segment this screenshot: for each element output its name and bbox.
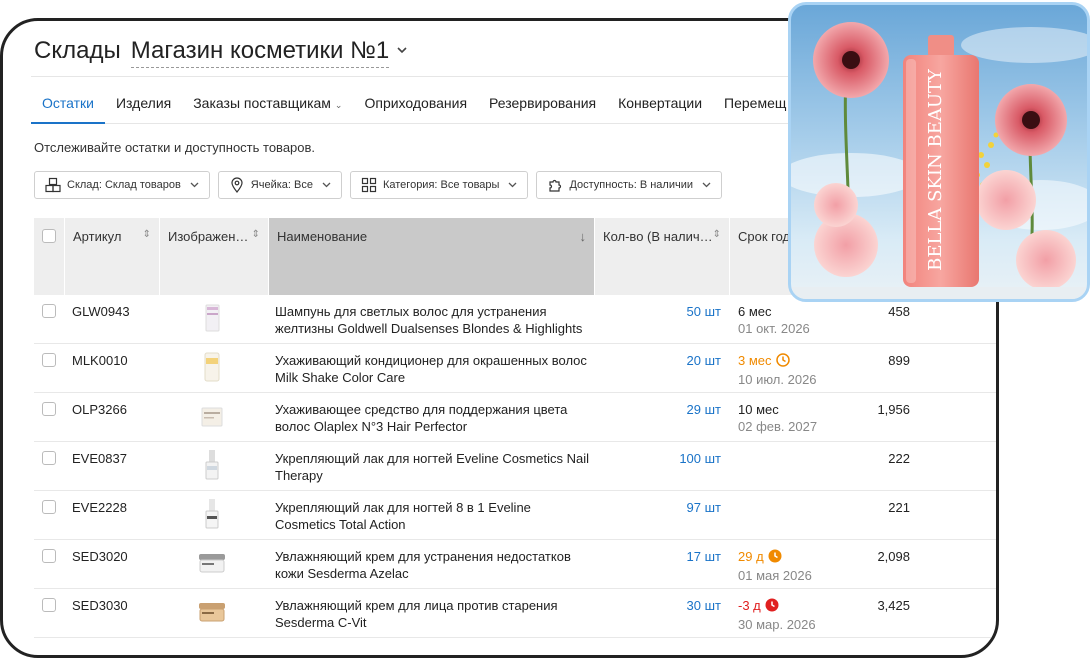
sku: EVE0837: [72, 451, 127, 466]
sort-icon[interactable]: ⇕: [713, 229, 721, 240]
tab-conversions[interactable]: Конвертации: [607, 81, 713, 123]
product-photo: BELLA SKIN BEAUTY: [788, 2, 1090, 302]
bottle-label: BELLA SKIN BEAUTY: [925, 68, 946, 271]
qty-link[interactable]: 29 шт: [594, 401, 721, 418]
sku: MLK0010: [72, 353, 128, 368]
chevron-down-icon: [702, 180, 711, 190]
filter-availability[interactable]: Доступность: В наличии: [536, 171, 722, 199]
tab-products[interactable]: Изделия: [105, 81, 182, 123]
sku: OLP3266: [72, 402, 127, 417]
shelf-life: 6 мес 01 окт. 2026: [738, 304, 810, 336]
sku: GLW0943: [72, 304, 130, 319]
puzzle-icon: [547, 177, 563, 193]
product-name: Увлажняющий крем для лица против старени…: [275, 598, 558, 630]
shelf-life: -3 д 30 мар. 2026: [738, 598, 816, 632]
qty-link[interactable]: 20 шт: [594, 352, 721, 369]
page-subtitle: Отслеживайте остатки и доступность товар…: [34, 140, 316, 155]
filter-category[interactable]: Категория: Все товары: [349, 171, 529, 199]
qty-link[interactable]: 100 шт: [594, 450, 721, 467]
qty-link[interactable]: 30 шт: [594, 597, 721, 614]
chevron-down-icon: [190, 180, 199, 190]
product-name: Увлажняющий крем для устранения недостат…: [275, 549, 571, 581]
page-title: Склады: [34, 37, 121, 64]
product-thumbnail: [197, 350, 227, 384]
table-row[interactable]: OLP3266 Ухаживающее средство для поддерж…: [34, 393, 996, 442]
row-checkbox[interactable]: [42, 353, 56, 367]
price: 1,956: [877, 402, 910, 417]
chevron-down-icon: [508, 180, 517, 190]
product-thumbnail: [197, 595, 227, 629]
price: 221: [888, 500, 910, 515]
price: 458: [888, 304, 910, 319]
qty-link[interactable]: 97 шт: [594, 499, 721, 516]
product-thumbnail: [197, 301, 227, 335]
tab-reservations[interactable]: Резервирования: [478, 81, 607, 123]
table-row[interactable]: SED3020 Увлажняющий крем для устранения …: [34, 540, 996, 589]
product-name: Шампунь для светлых волос для устранения…: [275, 304, 583, 336]
sort-icon[interactable]: ⇕: [252, 229, 260, 240]
chevron-down-icon: [322, 180, 331, 190]
qty-link[interactable]: 17 шт: [594, 548, 721, 565]
table-row[interactable]: SED3030 Увлажняющий крем для лица против…: [34, 589, 996, 638]
arrow-down-icon[interactable]: ↓: [580, 229, 587, 244]
select-all-checkbox[interactable]: [42, 229, 56, 243]
clock-warning-icon: [768, 549, 782, 567]
store-selector[interactable]: Магазин косметики №1: [130, 37, 390, 68]
row-checkbox[interactable]: [42, 598, 56, 612]
filter-warehouse[interactable]: Склад: Склад товаров: [34, 171, 210, 199]
column-qty[interactable]: Кол-во (В налич… ⇕: [594, 218, 729, 295]
table-row[interactable]: EVE2228 Укрепляющий лак для ногтей 8 в 1…: [34, 491, 996, 540]
row-checkbox[interactable]: [42, 451, 56, 465]
sku: SED3030: [72, 598, 128, 613]
filter-bar: Склад: Склад товаров Ячейка: Все Категор…: [34, 171, 722, 199]
shelf-life: 10 мес 02 фев. 2027: [738, 402, 818, 434]
product-thumbnail: [197, 546, 227, 580]
price: 899: [888, 353, 910, 368]
sku: SED3020: [72, 549, 128, 564]
tab-transfers[interactable]: Перемещ: [713, 81, 797, 123]
product-thumbnail: [197, 497, 227, 531]
column-image[interactable]: Изображен… ⇕: [159, 218, 268, 295]
clock-expired-icon: [765, 598, 779, 616]
product-thumbnail: [197, 399, 227, 433]
table-row[interactable]: GLW0943 Шампунь для светлых волос для ус…: [34, 295, 996, 344]
column-sku[interactable]: Артикул ⇕: [64, 218, 159, 295]
product-name: Ухаживающий кондиционер для окрашенных в…: [275, 353, 587, 385]
chevron-down-icon[interactable]: [397, 42, 407, 57]
table-row[interactable]: MLK0010 Ухаживающий кондиционер для окра…: [34, 344, 996, 393]
tab-supplier-orders[interactable]: Заказы поставщикам ⌄: [182, 81, 353, 123]
qty-link[interactable]: 50 шт: [594, 303, 721, 320]
product-name: Ухаживающее средство для поддержания цве…: [275, 402, 568, 434]
row-checkbox[interactable]: [42, 402, 56, 416]
row-checkbox[interactable]: [42, 549, 56, 563]
table-row[interactable]: EVE0837 Укрепляющий лак для ногтей Eveli…: [34, 442, 996, 491]
tab-stock[interactable]: Остатки: [31, 81, 105, 124]
select-all-cell: [34, 218, 64, 295]
price: 222: [888, 451, 910, 466]
sort-icon[interactable]: ⇕: [143, 229, 151, 240]
tab-receipts[interactable]: Оприходования: [353, 81, 478, 123]
filter-cell[interactable]: Ячейка: Все: [217, 171, 342, 199]
location-pin-icon: [229, 177, 245, 193]
price: 2,098: [877, 549, 910, 564]
sku: EVE2228: [72, 500, 127, 515]
product-thumbnail: [197, 448, 227, 482]
product-name: Укрепляющий лак для ногтей Eveline Cosme…: [275, 451, 589, 483]
shelf-life: 29 д 01 мая 2026: [738, 549, 812, 583]
row-checkbox[interactable]: [42, 304, 56, 318]
product-name: Укрепляющий лак для ногтей 8 в 1 Eveline…: [275, 500, 531, 532]
price: 3,425: [877, 598, 910, 613]
shelf-life: 3 мес 10 июл. 2026: [738, 353, 817, 387]
category-grid-icon: [361, 177, 377, 193]
column-name[interactable]: Наименование ↓: [268, 218, 594, 295]
boxes-icon: [45, 177, 61, 193]
clock-warning-icon: [775, 353, 790, 371]
chevron-down-icon: ⌄: [334, 100, 343, 110]
page-header: Склады Магазин косметики №1: [34, 37, 407, 68]
row-checkbox[interactable]: [42, 500, 56, 514]
